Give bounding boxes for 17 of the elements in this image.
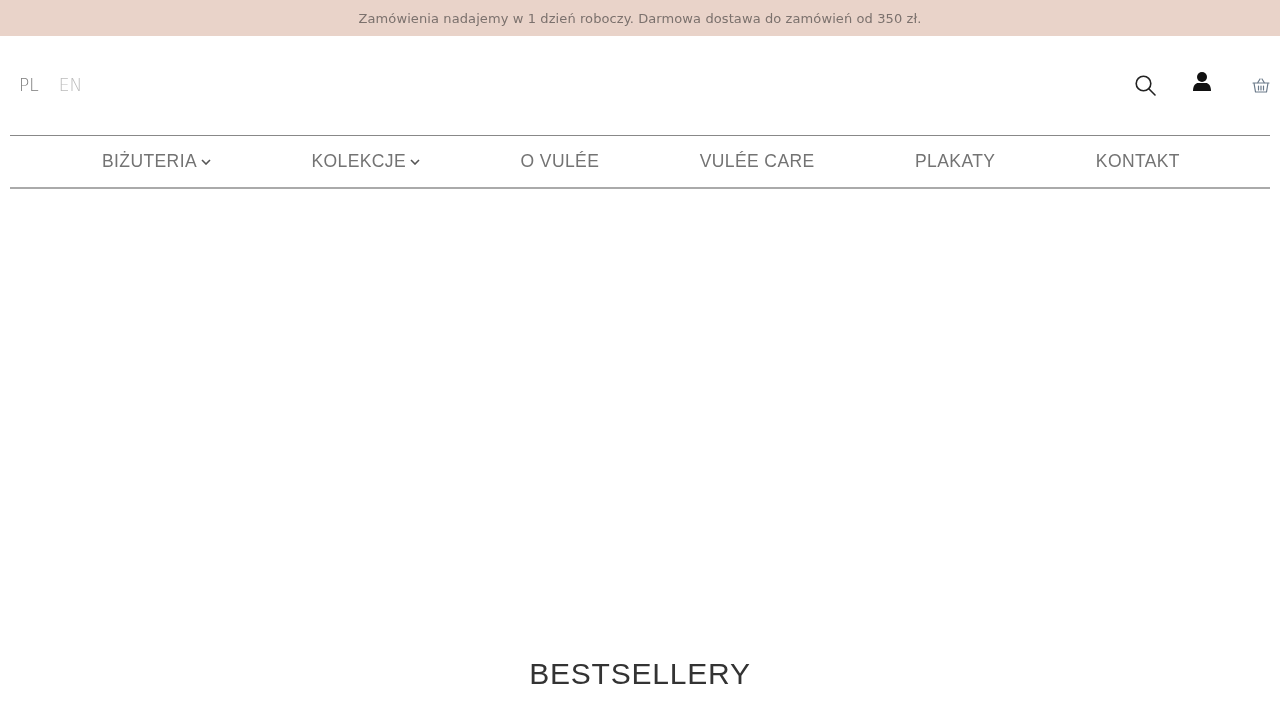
chevron-down-icon: [201, 158, 211, 165]
announcement-text: Zamówienia nadajemy w 1 dzień roboczy. Darmowa dostawa do zamówień od 350 zł.: [358, 10, 922, 26]
account-button[interactable]: [1193, 72, 1211, 91]
section-heading: BESTSELLERY: [528, 656, 752, 692]
chevron-down-icon: [410, 158, 421, 165]
nav-link[interactable]: KONTAKT: [1095, 151, 1180, 172]
nav-link[interactable]: KOLEKCJE: [311, 151, 421, 172]
user-icon: [1193, 72, 1211, 91]
language-link[interactable]: PL: [19, 74, 39, 95]
nav-link[interactable]: O VULÉE: [520, 151, 600, 172]
nav-link[interactable]: VULÉE CARE: [699, 151, 815, 172]
nav-link[interactable]: PLAKATY: [915, 151, 996, 172]
search-button[interactable]: [1135, 75, 1156, 96]
basket-icon: [1252, 78, 1270, 93]
search-icon: [1135, 75, 1156, 96]
cart-button[interactable]: [1252, 78, 1270, 93]
nav-link[interactable]: BIŻUTERIA: [102, 151, 211, 172]
